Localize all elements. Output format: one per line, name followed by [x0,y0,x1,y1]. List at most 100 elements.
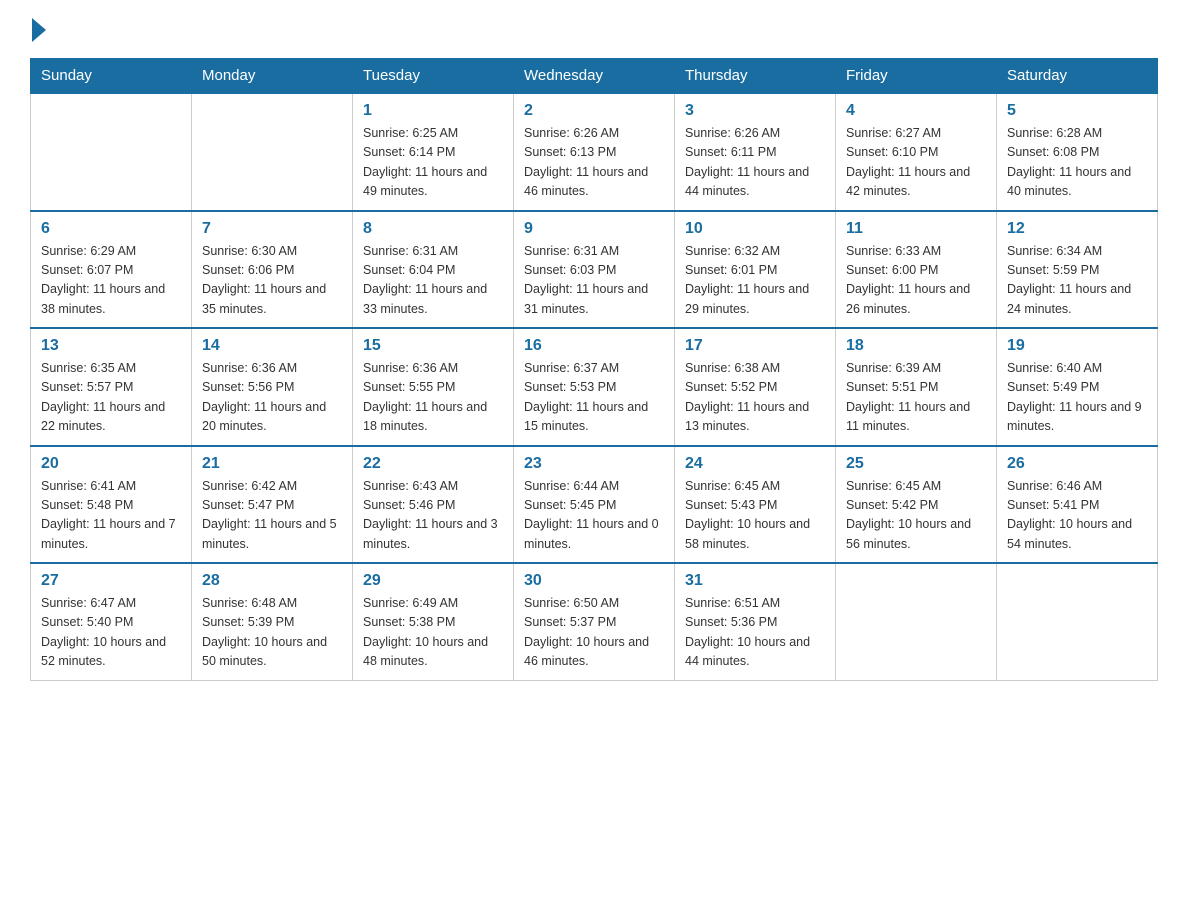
day-info: Sunrise: 6:26 AMSunset: 6:11 PMDaylight:… [685,124,825,202]
day-number: 1 [363,102,503,120]
day-number: 21 [202,455,342,473]
calendar-cell: 29Sunrise: 6:49 AMSunset: 5:38 PMDayligh… [353,563,514,680]
calendar-cell: 20 Sunrise: 6:41 AMSunset: 5:48 PMDayligh… [31,446,192,564]
day-info: Sunrise: 6:37 AMSunset: 5:53 PMDaylight:… [524,359,664,437]
calendar-cell: 1 Sunrise: 6:25 AMSunset: 6:14 PMDaylight… [353,93,514,211]
day-info: Sunrise: 6:46 AMSunset: 5:41 PMDaylight:… [1007,477,1147,555]
day-info: Sunrise: 6:33 AMSunset: 6:00 PMDaylight:… [846,242,986,320]
day-info: Sunrise: 6:50 AMSunset: 5:37 PMDaylight:… [524,594,664,672]
day-number: 28 [202,572,342,590]
calendar-cell: 24 Sunrise: 6:45 AMSunset: 5:43 PMDayligh… [675,446,836,564]
weekday-header-wednesday: Wednesday [514,59,675,94]
calendar-cell [192,93,353,211]
day-number: 11 [846,220,986,238]
day-number: 18 [846,337,986,355]
calendar-cell: 9 Sunrise: 6:31 AMSunset: 6:03 PMDaylight… [514,211,675,329]
day-info: Sunrise: 6:31 AMSunset: 6:04 PMDaylight:… [363,242,503,320]
weekday-header-row: SundayMondayTuesdayWednesdayThursdayFrid… [31,59,1158,94]
day-info: Sunrise: 6:32 AMSunset: 6:01 PMDaylight:… [685,242,825,320]
day-number: 6 [41,220,181,238]
weekday-header-thursday: Thursday [675,59,836,94]
day-number: 14 [202,337,342,355]
day-info: Sunrise: 6:47 AMSunset: 5:40 PMDaylight:… [41,594,181,672]
day-number: 16 [524,337,664,355]
calendar-cell: 12 Sunrise: 6:34 AMSunset: 5:59 PMDayligh… [997,211,1158,329]
calendar-cell: 16 Sunrise: 6:37 AMSunset: 5:53 PMDayligh… [514,328,675,446]
calendar-cell: 31 Sunrise: 6:51 AMSunset: 5:36 PMDayligh… [675,563,836,680]
day-info: Sunrise: 6:41 AMSunset: 5:48 PMDaylight:… [41,477,181,555]
day-info: Sunrise: 6:43 AMSunset: 5:46 PMDaylight:… [363,477,503,555]
calendar-cell: 3 Sunrise: 6:26 AMSunset: 6:11 PMDaylight… [675,93,836,211]
day-number: 30 [524,572,664,590]
day-number: 23 [524,455,664,473]
day-info: Sunrise: 6:31 AMSunset: 6:03 PMDaylight:… [524,242,664,320]
day-number: 9 [524,220,664,238]
day-info: Sunrise: 6:40 AMSunset: 5:49 PMDaylight:… [1007,359,1147,437]
day-info: Sunrise: 6:44 AMSunset: 5:45 PMDaylight:… [524,477,664,555]
calendar-cell: 18 Sunrise: 6:39 AMSunset: 5:51 PMDayligh… [836,328,997,446]
day-number: 17 [685,337,825,355]
day-number: 8 [363,220,503,238]
day-number: 26 [1007,455,1147,473]
day-info: Sunrise: 6:25 AMSunset: 6:14 PMDaylight:… [363,124,503,202]
day-number: 4 [846,102,986,120]
day-info: Sunrise: 6:39 AMSunset: 5:51 PMDaylight:… [846,359,986,437]
week-row-5: 27 Sunrise: 6:47 AMSunset: 5:40 PMDayligh… [31,563,1158,680]
calendar-cell: 10Sunrise: 6:32 AMSunset: 6:01 PMDayligh… [675,211,836,329]
day-number: 27 [41,572,181,590]
logo-triangle-icon [32,18,46,42]
calendar-cell: 2Sunrise: 6:26 AMSunset: 6:13 PMDaylight… [514,93,675,211]
day-number: 12 [1007,220,1147,238]
calendar-cell: 11 Sunrise: 6:33 AMSunset: 6:00 PMDayligh… [836,211,997,329]
week-row-4: 20 Sunrise: 6:41 AMSunset: 5:48 PMDayligh… [31,446,1158,564]
calendar-cell: 4 Sunrise: 6:27 AMSunset: 6:10 PMDaylight… [836,93,997,211]
day-number: 3 [685,102,825,120]
calendar-cell: 26 Sunrise: 6:46 AMSunset: 5:41 PMDayligh… [997,446,1158,564]
day-number: 2 [524,102,664,120]
day-info: Sunrise: 6:34 AMSunset: 5:59 PMDaylight:… [1007,242,1147,320]
weekday-header-monday: Monday [192,59,353,94]
calendar-cell: 21 Sunrise: 6:42 AMSunset: 5:47 PMDayligh… [192,446,353,564]
calendar-cell: 30 Sunrise: 6:50 AMSunset: 5:37 PMDayligh… [514,563,675,680]
calendar-cell: 7Sunrise: 6:30 AMSunset: 6:06 PMDaylight… [192,211,353,329]
day-info: Sunrise: 6:45 AMSunset: 5:43 PMDaylight:… [685,477,825,555]
calendar-cell: 28 Sunrise: 6:48 AMSunset: 5:39 PMDayligh… [192,563,353,680]
day-info: Sunrise: 6:48 AMSunset: 5:39 PMDaylight:… [202,594,342,672]
day-number: 20 [41,455,181,473]
weekday-header-tuesday: Tuesday [353,59,514,94]
day-number: 24 [685,455,825,473]
day-info: Sunrise: 6:45 AMSunset: 5:42 PMDaylight:… [846,477,986,555]
day-info: Sunrise: 6:36 AMSunset: 5:56 PMDaylight:… [202,359,342,437]
day-number: 25 [846,455,986,473]
day-info: Sunrise: 6:27 AMSunset: 6:10 PMDaylight:… [846,124,986,202]
week-row-3: 13Sunrise: 6:35 AMSunset: 5:57 PMDayligh… [31,328,1158,446]
calendar-cell: 17 Sunrise: 6:38 AMSunset: 5:52 PMDayligh… [675,328,836,446]
calendar-cell: 23 Sunrise: 6:44 AMSunset: 5:45 PMDayligh… [514,446,675,564]
calendar-cell: 5 Sunrise: 6:28 AMSunset: 6:08 PMDaylight… [997,93,1158,211]
calendar-cell: 6 Sunrise: 6:29 AMSunset: 6:07 PMDaylight… [31,211,192,329]
day-info: Sunrise: 6:38 AMSunset: 5:52 PMDaylight:… [685,359,825,437]
calendar-cell [997,563,1158,680]
page-header [30,20,1158,40]
day-info: Sunrise: 6:29 AMSunset: 6:07 PMDaylight:… [41,242,181,320]
day-number: 22 [363,455,503,473]
day-number: 7 [202,220,342,238]
logo [30,20,48,40]
day-number: 5 [1007,102,1147,120]
day-info: Sunrise: 6:51 AMSunset: 5:36 PMDaylight:… [685,594,825,672]
calendar-table: SundayMondayTuesdayWednesdayThursdayFrid… [30,58,1158,681]
day-info: Sunrise: 6:36 AMSunset: 5:55 PMDaylight:… [363,359,503,437]
day-info: Sunrise: 6:42 AMSunset: 5:47 PMDaylight:… [202,477,342,555]
day-info: Sunrise: 6:28 AMSunset: 6:08 PMDaylight:… [1007,124,1147,202]
weekday-header-saturday: Saturday [997,59,1158,94]
week-row-2: 6 Sunrise: 6:29 AMSunset: 6:07 PMDaylight… [31,211,1158,329]
calendar-cell: 8 Sunrise: 6:31 AMSunset: 6:04 PMDaylight… [353,211,514,329]
calendar-cell [836,563,997,680]
day-number: 31 [685,572,825,590]
day-number: 29 [363,572,503,590]
day-info: Sunrise: 6:35 AMSunset: 5:57 PMDaylight:… [41,359,181,437]
calendar-cell: 13Sunrise: 6:35 AMSunset: 5:57 PMDayligh… [31,328,192,446]
weekday-header-sunday: Sunday [31,59,192,94]
calendar-cell: 25 Sunrise: 6:45 AMSunset: 5:42 PMDayligh… [836,446,997,564]
calendar-cell: 22 Sunrise: 6:43 AMSunset: 5:46 PMDayligh… [353,446,514,564]
